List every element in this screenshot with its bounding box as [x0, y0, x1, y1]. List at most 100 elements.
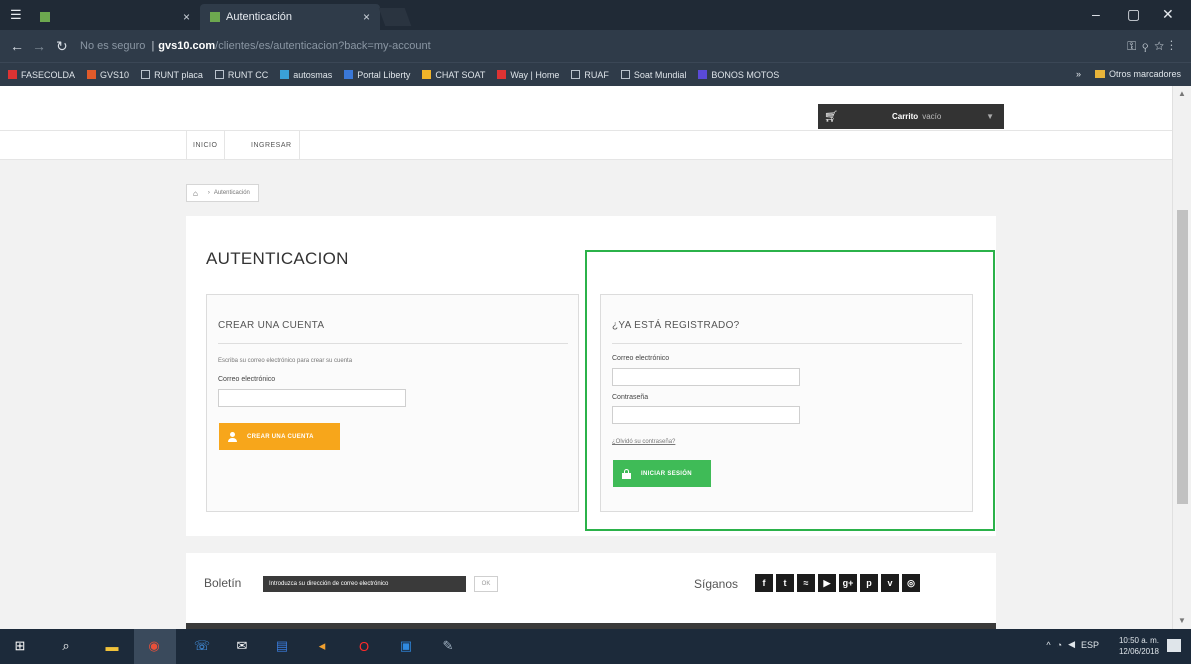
file-explorer-icon[interactable]: ▬ — [104, 638, 120, 654]
security-indicator[interactable]: No es seguro — [80, 40, 145, 52]
bookmark-item[interactable]: BONOS MOTOS — [698, 70, 779, 80]
url-domain: gvs10.com — [158, 40, 216, 52]
bookmark-item[interactable]: FASECOLDA — [8, 70, 75, 80]
bookmark-item[interactable]: RUNT placa — [141, 70, 203, 80]
create-account-button-label: CREAR UNA CUENTA — [247, 433, 314, 440]
clock[interactable]: 10:50 a. m. 12/06/2018 — [1119, 635, 1159, 657]
opera-icon[interactable]: O — [356, 638, 372, 654]
login-box: ¿YA ESTÁ REGISTRADO? Correo electrónico … — [600, 294, 973, 512]
scroll-down-icon[interactable]: ▼ — [1178, 616, 1186, 625]
bookmark-item[interactable]: GVS10 — [87, 70, 129, 80]
bookmark-item[interactable]: Soat Mundial — [620, 70, 686, 80]
facebook-icon[interactable]: f — [755, 574, 773, 592]
bookmark-item[interactable]: CHAT SOAT — [422, 70, 485, 80]
cart-label: Carrito — [891, 112, 919, 121]
cart-state: vacío — [922, 112, 942, 121]
tab-active[interactable]: Autenticación × — [200, 4, 380, 30]
search-icon[interactable]: ⌕ — [58, 638, 74, 654]
page-icon — [141, 70, 151, 79]
youtube-icon[interactable]: ▶ — [818, 574, 836, 592]
page-icon — [214, 70, 224, 79]
tab-label: Autenticación — [226, 11, 293, 23]
breadcrumb-separator: › — [207, 190, 210, 196]
bookmark-icon — [497, 70, 507, 79]
bookmark-icon — [8, 70, 17, 79]
create-email-input[interactable] — [218, 389, 406, 407]
scrollbar-thumb[interactable] — [1177, 210, 1188, 504]
vimeo-icon[interactable]: v — [881, 574, 899, 592]
paint-icon[interactable]: ✎ — [440, 638, 456, 654]
scroll-up-icon[interactable]: ▲ — [1178, 89, 1186, 98]
cart-dropdown[interactable]: 🛒︎ Carrito vacío ▼ — [818, 104, 1004, 129]
tray-chevron-up-icon[interactable]: ^ — [1046, 640, 1050, 650]
bookmark-item[interactable]: autosmas — [280, 70, 332, 80]
extensions-icons[interactable]: ⚿⚲☆⋮ — [1127, 39, 1179, 54]
footer-bar: Boletín Introduzca su dirección de corre… — [186, 553, 996, 623]
home-icon[interactable]: ⌂ — [193, 189, 198, 198]
instagram-icon[interactable]: ◎ — [902, 574, 920, 592]
url-input[interactable]: No es seguro | gvs10.com /clientes/es/au… — [80, 35, 1080, 57]
google-plus-icon[interactable]: g+ — [839, 574, 857, 592]
tab-close-icon[interactable]: × — [363, 10, 370, 24]
bookmark-item[interactable]: RUNT CC — [214, 70, 268, 80]
back-icon[interactable]: ← — [10, 38, 24, 54]
outlook-icon[interactable]: ▣ — [398, 638, 414, 654]
auth-content: AUTENTICACION CREAR UNA CUENTA Escriba s… — [186, 216, 996, 536]
volume-icon[interactable]: ◀ — [1068, 639, 1075, 650]
bookmark-item[interactable]: Portal Liberty — [344, 70, 410, 80]
divider — [612, 343, 962, 344]
create-account-button[interactable]: CREAR UNA CUENTA — [219, 423, 340, 450]
trello-icon[interactable]: ▤ — [274, 638, 290, 654]
chrome-icon[interactable]: ◉ — [146, 638, 162, 654]
url-path: /clientes/es/autenticacion?back=my-accou… — [215, 40, 431, 52]
system-tray[interactable]: ^ ◔ ◀ ESP — [1046, 639, 1099, 650]
login-title: ¿YA ESTÁ REGISTRADO? — [612, 320, 740, 331]
bookmarks-bar: FASECOLDA GVS10 RUNT placa RUNT CC autos… — [0, 62, 1191, 86]
rss-icon[interactable]: ≈ — [797, 574, 815, 592]
login-button-label: INICIAR SESIÓN — [641, 470, 692, 477]
login-email-input[interactable] — [612, 368, 800, 386]
reload-icon[interactable]: ↻ — [56, 38, 68, 55]
newsletter-submit-button[interactable]: OK — [474, 576, 498, 592]
bookmark-item[interactable]: RUAF — [571, 70, 609, 80]
bookmark-icon — [280, 70, 290, 79]
page-scrollbar[interactable]: ▲ ▼ — [1172, 86, 1191, 629]
tab-favicon-icon — [210, 12, 220, 22]
user-icon — [228, 431, 237, 442]
breadcrumb: ⌂ › Autenticación — [186, 184, 259, 202]
tab-inactive[interactable]: × — [30, 4, 200, 30]
chevron-double-right-icon[interactable]: » — [1076, 69, 1081, 79]
page-viewport: 🛒︎ Carrito vacío ▼ INICIO INGRESAR ⌂ › A… — [0, 86, 1172, 629]
new-tab-button[interactable] — [378, 8, 412, 26]
network-icon[interactable]: ◔ — [1057, 640, 1062, 650]
url-separator: | — [151, 40, 155, 52]
bookmark-icon — [344, 70, 354, 79]
menu-item-ingresar[interactable]: INGRESAR — [244, 131, 300, 159]
minimize-icon[interactable]: – — [1092, 6, 1100, 22]
forgot-password-link[interactable]: ¿Olvidó su contraseña? — [612, 439, 675, 445]
create-email-label: Correo electrónico — [218, 376, 276, 383]
other-bookmarks[interactable]: » Otros marcadores — [1076, 69, 1181, 79]
windows-start-icon[interactable]: ⊞ — [12, 638, 28, 654]
close-window-icon[interactable]: ✕ — [1162, 6, 1174, 23]
phone-icon[interactable]: ☏ — [194, 638, 210, 654]
create-account-instruction: Escriba su correo electrónico para crear… — [218, 358, 353, 364]
clock-time: 10:50 a. m. — [1118, 636, 1159, 645]
mail-icon[interactable]: ✉ — [234, 638, 250, 654]
breadcrumb-current: Autenticación — [213, 190, 250, 196]
twitter-icon[interactable]: t — [776, 574, 794, 592]
notifications-icon[interactable] — [1167, 639, 1181, 652]
bookmark-item[interactable]: Way | Home — [497, 70, 559, 80]
login-button[interactable]: INICIAR SESIÓN — [613, 460, 711, 487]
pinterest-icon[interactable]: p — [860, 574, 878, 592]
language-indicator[interactable]: ESP — [1081, 640, 1099, 650]
app-menu-icon[interactable]: ☰ — [10, 7, 22, 23]
page-icon — [620, 70, 630, 79]
speaker-icon[interactable]: ◂ — [314, 638, 330, 654]
newsletter-input[interactable]: Introduzca su dirección de correo electr… — [263, 576, 466, 592]
menu-item-inicio[interactable]: INICIO — [186, 131, 226, 159]
tab-close-icon[interactable]: × — [183, 10, 190, 24]
forward-icon[interactable]: → — [32, 38, 46, 54]
password-input[interactable] — [612, 406, 800, 424]
maximize-icon[interactable]: ▢ — [1127, 6, 1140, 23]
